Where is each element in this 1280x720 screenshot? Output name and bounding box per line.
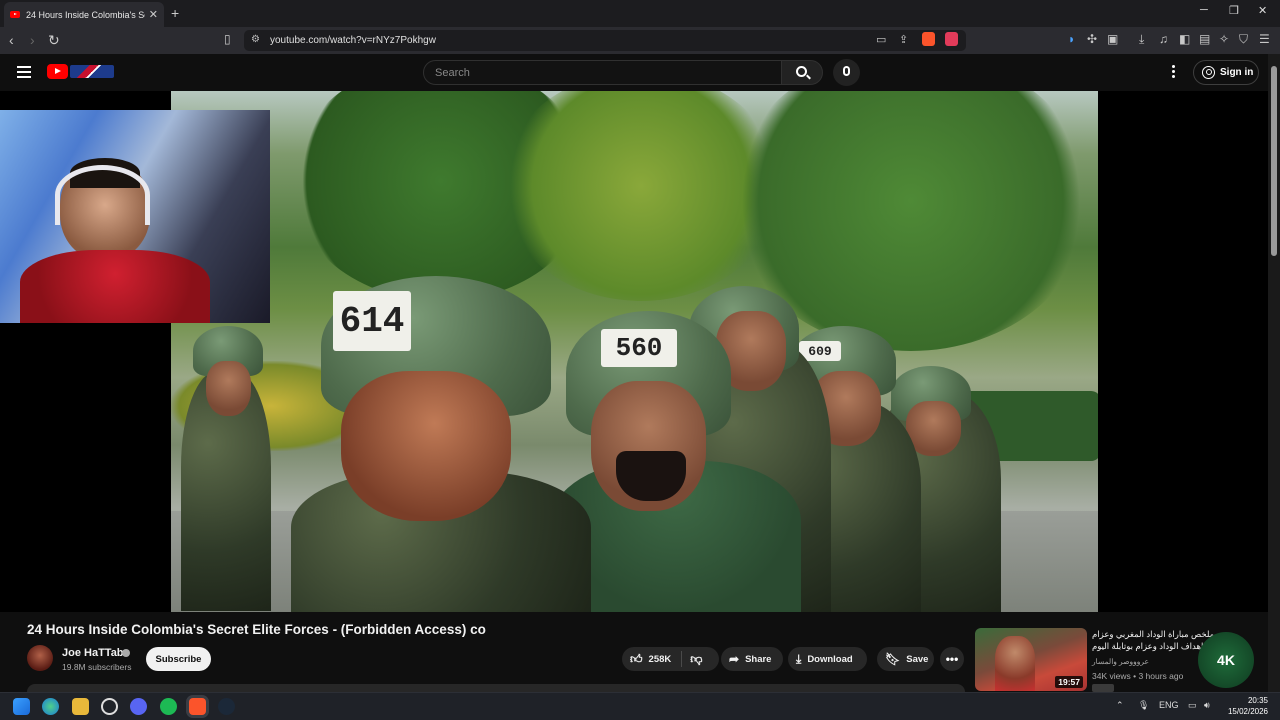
browser-tab[interactable]: 24 Hours Inside Colombia's Secr ✕ bbox=[4, 2, 164, 27]
new-tab-button[interactable]: + bbox=[171, 5, 179, 21]
file-explorer-icon[interactable] bbox=[72, 698, 89, 715]
video-title: 24 Hours Inside Colombia's Secret Elite … bbox=[27, 622, 486, 637]
downloads-icon[interactable]: ⤓ bbox=[1139, 32, 1144, 47]
youtube-masthead: Search Sign in bbox=[0, 54, 1280, 91]
wallet-icon[interactable]: ▤ bbox=[1199, 32, 1210, 46]
address-bar[interactable]: ⚙ youtube.com/watch?v=rNYz7Pokhgw ▭ ⇪ bbox=[244, 30, 966, 51]
leo-ai-icon[interactable]: ◗ bbox=[1068, 32, 1075, 46]
verified-badge-icon bbox=[122, 649, 130, 657]
bookmark-icon[interactable]: ▯ bbox=[224, 32, 231, 46]
clock-date: 15/02/2026 bbox=[1227, 707, 1268, 716]
system-clock[interactable]: 20:35 15/02/2026 bbox=[1228, 695, 1268, 717]
clock-time: 20:35 bbox=[1247, 696, 1268, 705]
more-actions-button[interactable]: ••• bbox=[940, 647, 964, 671]
search-button[interactable] bbox=[781, 60, 823, 85]
helmet-number-tag: 560 bbox=[601, 329, 677, 367]
youtube-favicon-icon bbox=[10, 11, 20, 18]
vpn-shield-icon[interactable]: ⛉ bbox=[1239, 32, 1248, 47]
sign-in-label: Sign in bbox=[1220, 67, 1254, 78]
volume-icon[interactable]: 🔊︎ bbox=[1204, 700, 1210, 711]
channel-logo-watermark: 4K bbox=[1198, 632, 1254, 688]
account-icon bbox=[1202, 66, 1215, 79]
download-icon: ⤓ bbox=[796, 651, 802, 666]
video-frame[interactable]: 609 560 614 bbox=[171, 91, 1098, 612]
description-box[interactable] bbox=[27, 684, 965, 692]
subscriber-count: 19.8M subscribers bbox=[62, 662, 132, 672]
download-label: Download bbox=[807, 653, 853, 665]
recommendation-meta: 34K views • 3 hours ago bbox=[1092, 671, 1184, 681]
url-text: youtube.com/watch?v=rNYz7Pokhgw bbox=[270, 35, 436, 46]
share-page-icon[interactable]: ⇪ bbox=[899, 33, 908, 46]
sign-in-button[interactable]: Sign in bbox=[1193, 60, 1259, 85]
save-label: Save bbox=[906, 653, 929, 665]
voice-search-button[interactable] bbox=[833, 59, 860, 86]
browser-toolbar: ‹ › ↻ ▯ ⚙ youtube.com/watch?v=rNYz7Pokhg… bbox=[0, 27, 1280, 54]
country-flag-icon bbox=[70, 65, 114, 78]
video-duration: 19:57 bbox=[1055, 676, 1083, 688]
network-icon[interactable]: ▭ bbox=[1188, 700, 1197, 711]
ai-chat-icon[interactable]: ✧ bbox=[1219, 32, 1229, 46]
reload-icon[interactable]: ↻ bbox=[48, 32, 60, 49]
page-scrollbar[interactable] bbox=[1268, 54, 1280, 692]
extensions-icon[interactable]: ✣ bbox=[1087, 32, 1097, 46]
brave-taskbar-icon[interactable] bbox=[189, 698, 206, 715]
tab-title: 24 Hours Inside Colombia's Secr bbox=[26, 9, 145, 20]
microphone-icon bbox=[843, 66, 850, 76]
youtube-logo-icon[interactable] bbox=[47, 64, 68, 79]
save-button[interactable]: 🔖︎ Save bbox=[877, 647, 934, 671]
new-badge bbox=[1092, 684, 1114, 692]
minimize-button[interactable]: ─ bbox=[1200, 4, 1208, 16]
menu-icon[interactable]: ☰ bbox=[1259, 32, 1270, 46]
webcam-overlay bbox=[0, 110, 270, 323]
app-circle-icon[interactable] bbox=[101, 698, 118, 715]
windows-start-icon[interactable] bbox=[13, 698, 30, 715]
recommendation-thumbnail[interactable]: 19:57 bbox=[975, 628, 1087, 691]
spotify-icon[interactable] bbox=[160, 698, 177, 715]
windows-taskbar: ⌃ 🎙︎ ENG ▭ 🔊︎ 20:35 15/02/2026 bbox=[0, 692, 1280, 720]
forward-icon[interactable]: › bbox=[30, 32, 35, 48]
guide-menu-icon[interactable] bbox=[17, 66, 31, 78]
scrollbar-thumb[interactable] bbox=[1271, 66, 1277, 256]
channel-name[interactable]: Joe HaTTab bbox=[62, 647, 124, 659]
brave-rewards-icon[interactable] bbox=[945, 32, 958, 46]
like-button[interactable]: 👍︎ 258K bbox=[622, 652, 671, 667]
close-window-button[interactable]: ✕ bbox=[1258, 4, 1267, 17]
settings-more-icon[interactable] bbox=[1172, 65, 1176, 80]
language-indicator[interactable]: ENG bbox=[1159, 700, 1179, 710]
search-placeholder: Search bbox=[435, 66, 470, 79]
tab-close-button[interactable]: ✕ bbox=[149, 8, 158, 21]
red-hoodie bbox=[20, 250, 210, 323]
subscribe-button[interactable]: Subscribe bbox=[146, 647, 211, 671]
save-icon: 🔖︎ bbox=[885, 652, 901, 666]
browser-tab-strip: 24 Hours Inside Colombia's Secr ✕ + ─ ❐ … bbox=[0, 0, 1280, 27]
share-icon: ➦ bbox=[729, 652, 740, 666]
media-icon[interactable]: ♫ bbox=[1159, 32, 1168, 46]
share-label: Share bbox=[745, 653, 772, 665]
download-button[interactable]: ⤓ Download bbox=[788, 647, 867, 671]
edge-browser-icon[interactable] bbox=[42, 698, 59, 715]
tab-search-icon[interactable]: ▣ bbox=[1107, 32, 1118, 46]
cast-icon[interactable]: ▭ bbox=[876, 33, 886, 46]
helmet-number-tag: 614 bbox=[333, 291, 411, 351]
microphone-tray-icon[interactable]: 🎙︎ bbox=[1138, 700, 1149, 711]
brave-shields-icon[interactable] bbox=[922, 32, 935, 46]
like-count: 258K bbox=[648, 653, 672, 665]
dislike-button[interactable]: 👎︎ bbox=[690, 652, 702, 667]
site-info-icon[interactable]: ⚙ bbox=[251, 34, 260, 45]
back-icon[interactable]: ‹ bbox=[9, 32, 14, 48]
recommendation-channel[interactable]: عروووصر والمسار bbox=[1092, 657, 1149, 666]
sidebar-icon[interactable]: ◧ bbox=[1179, 32, 1190, 46]
like-dislike-group: 👍︎ 258K 👎︎ bbox=[622, 647, 719, 671]
tray-overflow-icon[interactable]: ⌃ bbox=[1116, 700, 1124, 711]
discord-icon[interactable] bbox=[130, 698, 147, 715]
steam-icon[interactable] bbox=[218, 698, 235, 715]
share-button[interactable]: ➦ Share bbox=[721, 647, 783, 671]
thumbs-up-icon: 👍︎ bbox=[630, 651, 643, 666]
headphones bbox=[55, 165, 150, 225]
search-input[interactable]: Search bbox=[423, 60, 782, 85]
maximize-button[interactable]: ❐ bbox=[1229, 4, 1239, 17]
channel-avatar[interactable] bbox=[27, 645, 53, 671]
video-player[interactable]: 609 560 614 bbox=[0, 91, 1268, 612]
